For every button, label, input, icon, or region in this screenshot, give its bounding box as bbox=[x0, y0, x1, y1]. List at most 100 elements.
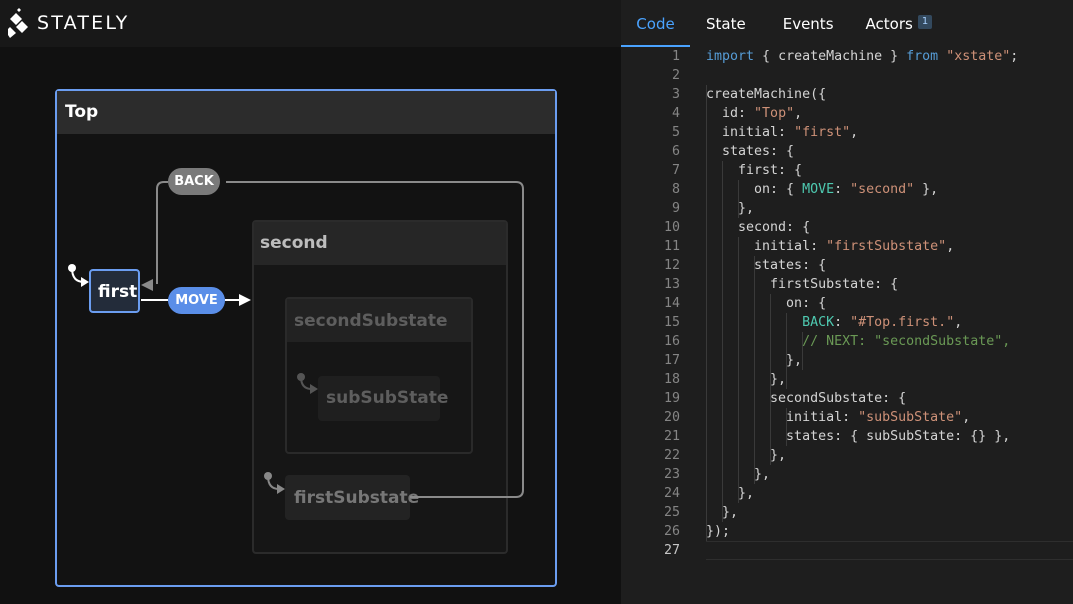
code-token: secondSubstate: { bbox=[706, 391, 907, 406]
brand-bar: STATELY bbox=[0, 0, 621, 47]
line-number: 14 bbox=[663, 296, 680, 311]
code-line[interactable]: 5 initial: "first", bbox=[621, 123, 1073, 142]
actors-count-badge: 1 bbox=[917, 14, 933, 29]
code-text: }, bbox=[706, 484, 754, 503]
tab-events[interactable]: Events bbox=[783, 0, 834, 47]
code-token: "Top" bbox=[754, 106, 795, 121]
tab-actors-label: Actors bbox=[865, 14, 913, 33]
back-transition-edge bbox=[226, 181, 524, 498]
back-event-label[interactable]: BACK bbox=[168, 168, 220, 195]
line-number: 17 bbox=[663, 353, 680, 368]
code-line[interactable]: 21 states: { subSubState: {} }, bbox=[621, 427, 1073, 446]
line-number: 22 bbox=[663, 448, 680, 463]
code-line[interactable]: 6 states: { bbox=[621, 142, 1073, 161]
code-line[interactable]: 23 }, bbox=[621, 465, 1073, 484]
code-token: "second" bbox=[850, 182, 915, 197]
code-line[interactable]: 27 bbox=[621, 541, 1073, 560]
code-token: "#Top.first." bbox=[850, 315, 955, 330]
code-line[interactable]: 24 }, bbox=[621, 484, 1073, 503]
code-line[interactable]: 13 firstSubstate: { bbox=[621, 275, 1073, 294]
line-number: 18 bbox=[663, 372, 680, 387]
move-event-label[interactable]: MOVE bbox=[168, 287, 225, 314]
line-number: 7 bbox=[671, 163, 680, 178]
code-line[interactable]: 7 first: { bbox=[621, 161, 1073, 180]
code-editor[interactable]: 1 import { createMachine } from "xstate";… bbox=[621, 47, 1073, 604]
code-token: , bbox=[962, 410, 971, 425]
code-line[interactable]: 1 import { createMachine } from "xstate"; bbox=[621, 47, 1073, 66]
tab-code[interactable]: Code bbox=[621, 0, 690, 47]
code-token: }, bbox=[706, 505, 739, 520]
back-transition-edge-tail bbox=[156, 181, 168, 284]
initial-marker-sub-sub-state bbox=[297, 373, 318, 394]
code-line[interactable]: 2 bbox=[621, 66, 1073, 85]
code-token: from bbox=[906, 49, 939, 64]
code-token: : bbox=[834, 315, 851, 330]
code-text: secondSubstate: { bbox=[706, 389, 906, 408]
code-line[interactable]: 9 }, bbox=[621, 199, 1073, 218]
code-line[interactable]: 26}); bbox=[621, 522, 1073, 541]
code-text: // NEXT: "secondSubstate", bbox=[706, 332, 1010, 351]
code-line[interactable]: 19 secondSubstate: { bbox=[621, 389, 1073, 408]
code-token: }, bbox=[706, 353, 803, 368]
code-text: BACK: "#Top.first.", bbox=[706, 313, 962, 332]
code-text: second: { bbox=[706, 218, 810, 237]
code-line[interactable]: 12 states: { bbox=[621, 256, 1073, 275]
code-line[interactable]: 25 }, bbox=[621, 503, 1073, 522]
code-token: MOVE bbox=[802, 182, 835, 197]
current-line-highlight bbox=[706, 541, 1073, 560]
code-line[interactable]: 15 BACK: "#Top.first.", bbox=[621, 313, 1073, 332]
code-token: { createMachine } bbox=[754, 49, 907, 64]
code-token: "subSubState" bbox=[858, 410, 963, 425]
code-token: import bbox=[706, 49, 755, 64]
line-number: 3 bbox=[671, 87, 680, 102]
tab-state[interactable]: State bbox=[706, 0, 746, 47]
code-text: }, bbox=[706, 199, 754, 218]
code-token: second: { bbox=[706, 220, 811, 235]
line-number: 11 bbox=[663, 239, 680, 254]
code-token: on: { bbox=[706, 296, 827, 311]
stately-logo[interactable]: STATELY bbox=[8, 8, 129, 38]
code-token: states: { subSubState: {} }, bbox=[706, 429, 1011, 444]
code-text: states: { bbox=[706, 256, 826, 275]
code-token: on: { bbox=[706, 182, 803, 197]
code-token: initial: bbox=[706, 239, 827, 254]
code-line[interactable]: 10 second: { bbox=[621, 218, 1073, 237]
code-text: on: { bbox=[706, 294, 826, 313]
code-line[interactable]: 17 }, bbox=[621, 351, 1073, 370]
transition-edges bbox=[68, 181, 524, 498]
code-line[interactable]: 8 on: { MOVE: "second" }, bbox=[621, 180, 1073, 199]
code-line[interactable]: 11 initial: "firstSubstate", bbox=[621, 237, 1073, 256]
code-token: }, bbox=[914, 182, 939, 197]
back-arrowhead bbox=[141, 279, 153, 291]
code-token: states: { bbox=[706, 144, 795, 159]
code-line[interactable]: 22 }, bbox=[621, 446, 1073, 465]
code-line[interactable]: 4 id: "Top", bbox=[621, 104, 1073, 123]
code-token: "firstSubstate" bbox=[826, 239, 947, 254]
code-token: }, bbox=[706, 467, 771, 482]
code-token: first: { bbox=[706, 163, 803, 178]
code-token: , bbox=[794, 106, 803, 121]
line-number: 26 bbox=[663, 524, 680, 539]
code-token: }); bbox=[706, 524, 731, 539]
code-text: initial: "first", bbox=[706, 123, 858, 142]
code-text: }, bbox=[706, 370, 786, 389]
code-line[interactable]: 20 initial: "subSubState", bbox=[621, 408, 1073, 427]
statechart-canvas[interactable]: Top second secondSubstate subSubState fi… bbox=[0, 47, 621, 604]
code-line[interactable]: 14 on: { bbox=[621, 294, 1073, 313]
line-number: 16 bbox=[663, 334, 680, 349]
line-number: 20 bbox=[663, 410, 680, 425]
code-token: states: { bbox=[706, 258, 827, 273]
panel-tabs: Code State Events Actors 1 bbox=[621, 0, 933, 47]
code-line[interactable]: 16 // NEXT: "secondSubstate", bbox=[621, 332, 1073, 351]
tab-actors[interactable]: Actors 1 bbox=[866, 0, 933, 47]
code-token: : bbox=[834, 182, 851, 197]
code-token: , bbox=[850, 125, 859, 140]
code-text: states: { bbox=[706, 142, 794, 161]
app-name: STATELY bbox=[37, 12, 130, 34]
line-number: 27 bbox=[663, 543, 680, 558]
code-line[interactable]: 3 createMachine({ bbox=[621, 85, 1073, 104]
line-number: 15 bbox=[663, 315, 680, 330]
tab-state-label: State bbox=[706, 14, 746, 33]
code-line[interactable]: 18 }, bbox=[621, 370, 1073, 389]
